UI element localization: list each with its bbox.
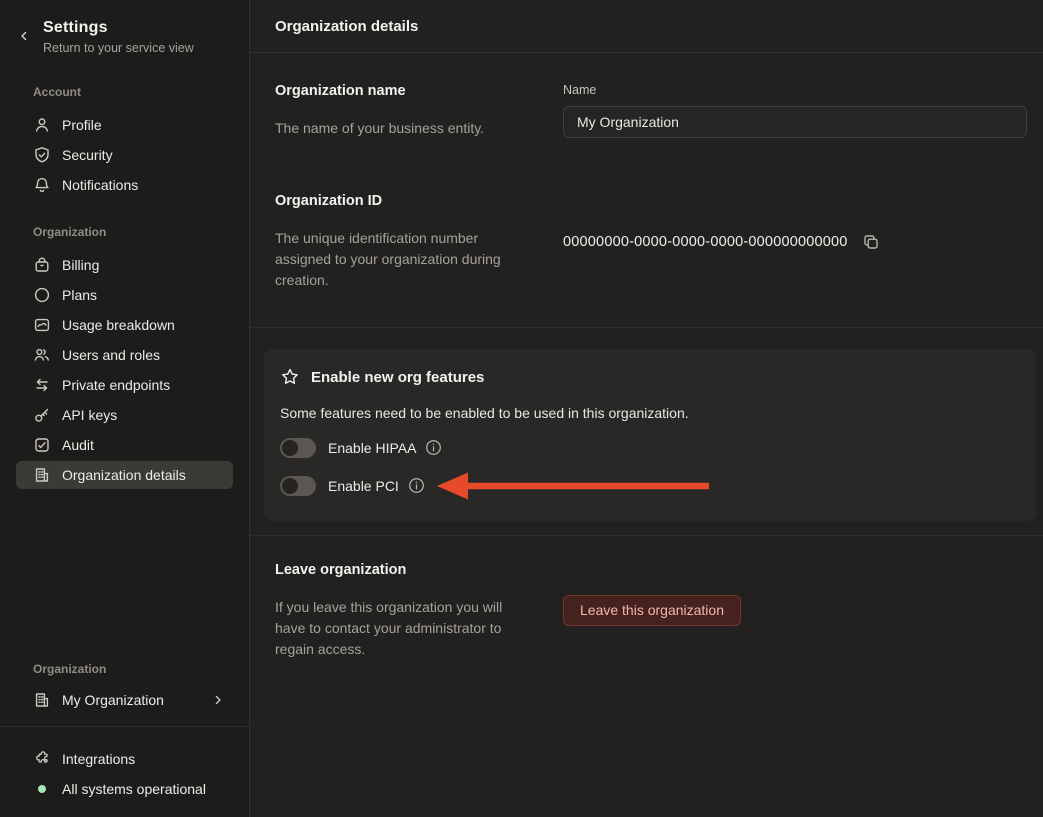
organization-name-input[interactable] [563,106,1027,138]
main-header: Organization details [250,0,1043,53]
leave-organization-button[interactable]: Leave this organization [563,595,741,626]
sidebar-item-label: Billing [62,257,99,273]
sidebar-item-api-keys[interactable]: API keys [16,401,233,429]
sidebar-item-usage-breakdown[interactable]: Usage breakdown [16,311,233,339]
user-icon [33,116,51,134]
chevron-left-icon [17,29,31,43]
sidebar-item-label: Organization details [62,467,186,483]
bell-icon [33,176,51,194]
building-icon [33,691,51,709]
copy-button[interactable] [862,233,880,251]
enable-hipaa-toggle[interactable] [280,438,316,458]
sidebar-item-billing[interactable]: Billing [16,251,233,279]
sidebar-item-plans[interactable]: Plans [16,281,233,309]
card-title: Enable new org features [311,369,484,386]
toggle-label: Enable PCI [328,478,399,494]
integrations-link[interactable]: Integrations [16,745,233,773]
divider [250,327,1043,328]
section-label-account: Account [0,85,249,99]
name-field-label: Name [563,83,1027,97]
hipaa-toggle-row: Enable HIPAA [280,436,1020,459]
sidebar-item-security[interactable]: Security [16,141,233,169]
section-description: The unique identification number assigne… [275,228,527,291]
sidebar-item-label: Plans [62,287,97,303]
status-label: All systems operational [62,781,206,797]
page-title: Organization details [275,18,418,35]
info-icon[interactable] [425,439,442,456]
sidebar-item-notifications[interactable]: Notifications [16,171,233,199]
account-items: Profile Security Notifications [0,109,249,201]
org-switcher[interactable]: My Organization [16,686,233,714]
pci-toggle-row: Enable PCI [280,474,1020,497]
shield-icon [33,146,51,164]
sidebar-footer: Integrations All systems operational [0,726,249,817]
sidebar: Settings Return to your service view Acc… [0,0,250,817]
sidebar-item-label: API keys [62,407,117,423]
sidebar-header: Settings Return to your service view [0,0,249,55]
integrations-label: Integrations [62,751,135,767]
sidebar-item-label: Profile [62,117,102,133]
sidebar-title: Settings [43,19,233,37]
chevron-right-icon [211,693,225,707]
main-content: Organization name The name of your busin… [250,53,1043,817]
section-title: Leave organization [275,562,529,578]
back-button[interactable] [16,28,32,44]
swap-arrows-icon [33,376,51,394]
org-switcher-value: My Organization [62,692,164,708]
sidebar-item-users-and-roles[interactable]: Users and roles [16,341,233,369]
settings-window: Settings Return to your service view Acc… [0,0,1043,817]
sidebar-item-audit[interactable]: Audit [16,431,233,459]
copy-icon [862,233,880,251]
sidebar-item-label: Private endpoints [62,377,170,393]
sidebar-subtitle: Return to your service view [43,41,233,55]
system-status[interactable]: All systems operational [16,775,233,803]
sidebar-item-profile[interactable]: Profile [16,111,233,139]
building-icon [33,466,51,484]
sidebar-bottom: Organization My Organization Integration… [0,662,249,817]
status-dot-icon [38,785,46,793]
section-title: Organization ID [275,193,529,209]
enable-pci-toggle[interactable] [280,476,316,496]
main-panel: Organization details Organization name T… [250,0,1043,817]
enable-features-card: Enable new org features Some features ne… [264,349,1036,521]
circle-icon [33,286,51,304]
organization-id-section: Organization ID The unique identificatio… [275,193,1027,291]
sidebar-item-label: Security [62,147,113,163]
organization-id-value: 00000000-0000-0000-0000-000000000000 [563,234,848,250]
card-description: Some features need to be enabled to be u… [280,405,1020,421]
section-label-organization: Organization [0,225,249,239]
sidebar-item-label: Notifications [62,177,138,193]
sidebar-item-organization-details[interactable]: Organization details [16,461,233,489]
section-description: If you leave this organization you will … [275,597,527,660]
divider [250,535,1043,536]
toggle-label: Enable HIPAA [328,440,416,456]
wallet-icon [33,256,51,274]
puzzle-icon [33,750,51,768]
section-description: The name of your business entity. [275,118,529,139]
users-icon [33,346,51,364]
annotation-arrow-icon [437,471,709,501]
sidebar-item-label: Users and roles [62,347,160,363]
org-switcher-label: Organization [0,662,249,676]
sidebar-item-private-endpoints[interactable]: Private endpoints [16,371,233,399]
star-icon [280,367,300,387]
info-icon[interactable] [408,477,425,494]
section-title: Organization name [275,83,529,99]
organization-name-section: Organization name The name of your busin… [275,83,1027,139]
sidebar-item-label: Usage breakdown [62,317,175,333]
audit-icon [33,436,51,454]
key-icon [33,406,51,424]
sidebar-item-label: Audit [62,437,94,453]
leave-organization-section: Leave organization If you leave this org… [275,562,1027,660]
chart-icon [33,316,51,334]
organization-items: Billing Plans Usage breakdown Users and … [0,249,249,491]
